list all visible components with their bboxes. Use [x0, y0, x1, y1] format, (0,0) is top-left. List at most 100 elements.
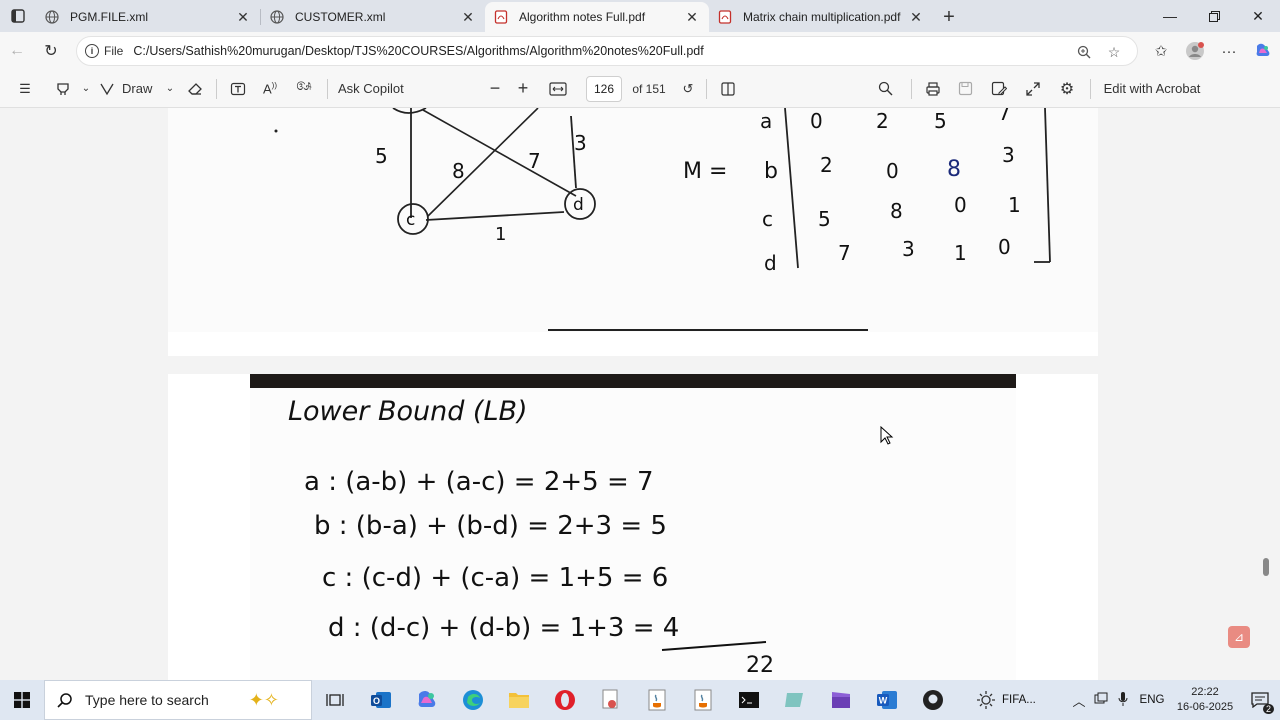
favorite-star-icon[interactable]: ☆ [1099, 41, 1129, 63]
favorites-icon[interactable]: ✩ [1144, 42, 1178, 60]
github-app[interactable] [910, 680, 956, 720]
matrix-cell: 7 [998, 108, 1011, 125]
pdf-icon [493, 9, 509, 25]
eraser-button[interactable] [180, 74, 210, 104]
profile-avatar[interactable] [1178, 41, 1212, 61]
close-window-button[interactable]: ✕ [1236, 0, 1280, 32]
refresh-button[interactable]: ↻ [34, 36, 68, 66]
toolbar-divider [576, 74, 586, 104]
minimize-button[interactable]: — [1148, 0, 1192, 32]
site-info-button[interactable]: i File [85, 44, 123, 58]
vertical-scrollbar[interactable] [1263, 108, 1276, 680]
close-tab-icon[interactable]: ✕ [459, 8, 477, 26]
matrix-cell: 7 [838, 241, 851, 265]
edit-with-acrobat-button[interactable]: Edit with Acrobat [1097, 74, 1207, 104]
weather-widget[interactable]: FIFA... [976, 690, 1068, 710]
matrix-cell: 0 [810, 109, 823, 133]
chevron-up-icon[interactable]: ︿ [1068, 691, 1090, 710]
read-aloud-icon: A)) [263, 80, 277, 97]
more-options-icon[interactable]: ··· [1212, 43, 1246, 60]
row-label: d [764, 251, 777, 275]
java-app-1[interactable] [634, 680, 680, 720]
language-indicator[interactable]: ENG [1134, 694, 1170, 706]
close-tab-icon[interactable]: ✕ [907, 8, 925, 26]
pdf-viewer[interactable]: 5 8 7 3 1 c d M = a 0 2 5 7 b 2 0 8 3 c … [0, 108, 1280, 680]
address-field[interactable]: i File C:/Users/Sathish%20murugan/Deskto… [76, 36, 1138, 66]
tab-matrix-chain[interactable]: Matrix chain multiplication.pdf ✕ [709, 2, 933, 32]
tab-algorithm-notes[interactable]: Algorithm notes Full.pdf ✕ [485, 2, 709, 32]
row-label: c [762, 207, 773, 231]
taskbar-search[interactable]: Type here to search ✦✧ [44, 680, 312, 720]
copilot-app[interactable] [404, 680, 450, 720]
save-button[interactable] [948, 74, 982, 104]
scrollbar-thumb[interactable] [1263, 558, 1269, 576]
highlight-dropdown[interactable]: ⌄ [76, 74, 96, 104]
print-button[interactable] [918, 74, 948, 104]
close-tab-icon[interactable]: ✕ [683, 8, 701, 26]
pdf-toolbar: ☰ ⌄ Draw ⌄ A)) ᬅ Ask Copilot − + 126 of … [0, 70, 1280, 108]
start-button[interactable] [0, 680, 44, 720]
page-total: of 151 [632, 81, 666, 96]
fullscreen-button[interactable] [1016, 74, 1050, 104]
draw-button[interactable]: Draw [118, 74, 160, 104]
edge-browser-icon [463, 690, 483, 710]
globe-icon [269, 9, 285, 25]
task-view-button[interactable] [312, 680, 358, 720]
save-as-button[interactable] [982, 74, 1016, 104]
tab-title: Matrix chain multiplication.pdf [743, 10, 901, 24]
rotate-button[interactable]: ↺ [676, 74, 700, 104]
system-tray: FIFA... ︿ ENG 22:22 16-06-2025 2 [976, 680, 1280, 720]
back-button[interactable]: ← [0, 36, 34, 66]
matrix-cell: 5 [934, 109, 947, 133]
tab-pgm-file[interactable]: PGM.FILE.xml ✕ [36, 2, 260, 32]
restore-button[interactable] [1192, 0, 1236, 32]
tab-strip: PGM.FILE.xml ✕ CUSTOMER.xml ✕ Algorithm … [0, 0, 1280, 32]
pdf-page-126: Lower Bound (LB) a : (a-b) + (a-c) = 2+5… [168, 374, 1098, 680]
highlight-button[interactable] [50, 74, 76, 104]
copilot-icon[interactable] [1246, 42, 1280, 60]
close-tab-icon[interactable]: ✕ [234, 8, 252, 26]
fit-width-button[interactable] [540, 74, 576, 104]
read-aloud-button[interactable]: A)) [253, 74, 287, 104]
file-explorer-app[interactable] [496, 680, 542, 720]
matrix-name: M = [683, 159, 727, 184]
acrobat-float-icon[interactable]: ⊿ [1228, 626, 1250, 648]
tab-customer[interactable]: CUSTOMER.xml ✕ [261, 2, 485, 32]
ask-copilot-button[interactable]: Ask Copilot [334, 74, 484, 104]
new-tab-button[interactable]: + [933, 2, 965, 32]
outlook-app[interactable]: O [358, 680, 404, 720]
page-number-input[interactable]: 126 [586, 75, 622, 102]
draw-dropdown[interactable]: ⌄ [160, 74, 180, 104]
whiteboard-app[interactable] [772, 680, 818, 720]
edge-label: 8 [452, 159, 465, 183]
edge-app[interactable] [450, 680, 496, 720]
opera-app[interactable] [542, 680, 588, 720]
task-view-icon [326, 694, 344, 706]
whiteboard-icon [785, 693, 803, 707]
clock[interactable]: 22:22 16-06-2025 [1170, 685, 1240, 715]
media-app[interactable] [818, 680, 864, 720]
app-document-1[interactable] [588, 680, 634, 720]
find-button[interactable] [865, 74, 905, 104]
plus-icon: + [943, 5, 955, 28]
network-icon[interactable] [1090, 692, 1112, 709]
draw-icon [96, 74, 118, 104]
zoom-icon[interactable] [1069, 41, 1099, 63]
zoom-in-button[interactable]: + [506, 74, 540, 104]
zoom-out-button[interactable]: − [484, 74, 506, 104]
opera-icon [555, 690, 575, 710]
notification-center-button[interactable]: 2 [1240, 692, 1280, 714]
toolbar-divider [1090, 78, 1091, 99]
toolbar-divider [327, 78, 328, 99]
add-text-button[interactable] [223, 74, 253, 104]
page-view-button[interactable] [713, 74, 743, 104]
tab-actions-button[interactable] [0, 0, 36, 32]
translate-button[interactable]: ᬅ [287, 74, 321, 104]
microphone-icon[interactable] [1112, 691, 1134, 709]
settings-button[interactable]: ⚙ [1050, 74, 1084, 104]
word-app[interactable]: W [864, 680, 910, 720]
mouse-cursor-icon [880, 426, 894, 445]
contents-button[interactable]: ☰ [0, 74, 50, 104]
java-app-2[interactable] [680, 680, 726, 720]
terminal-app[interactable] [726, 680, 772, 720]
